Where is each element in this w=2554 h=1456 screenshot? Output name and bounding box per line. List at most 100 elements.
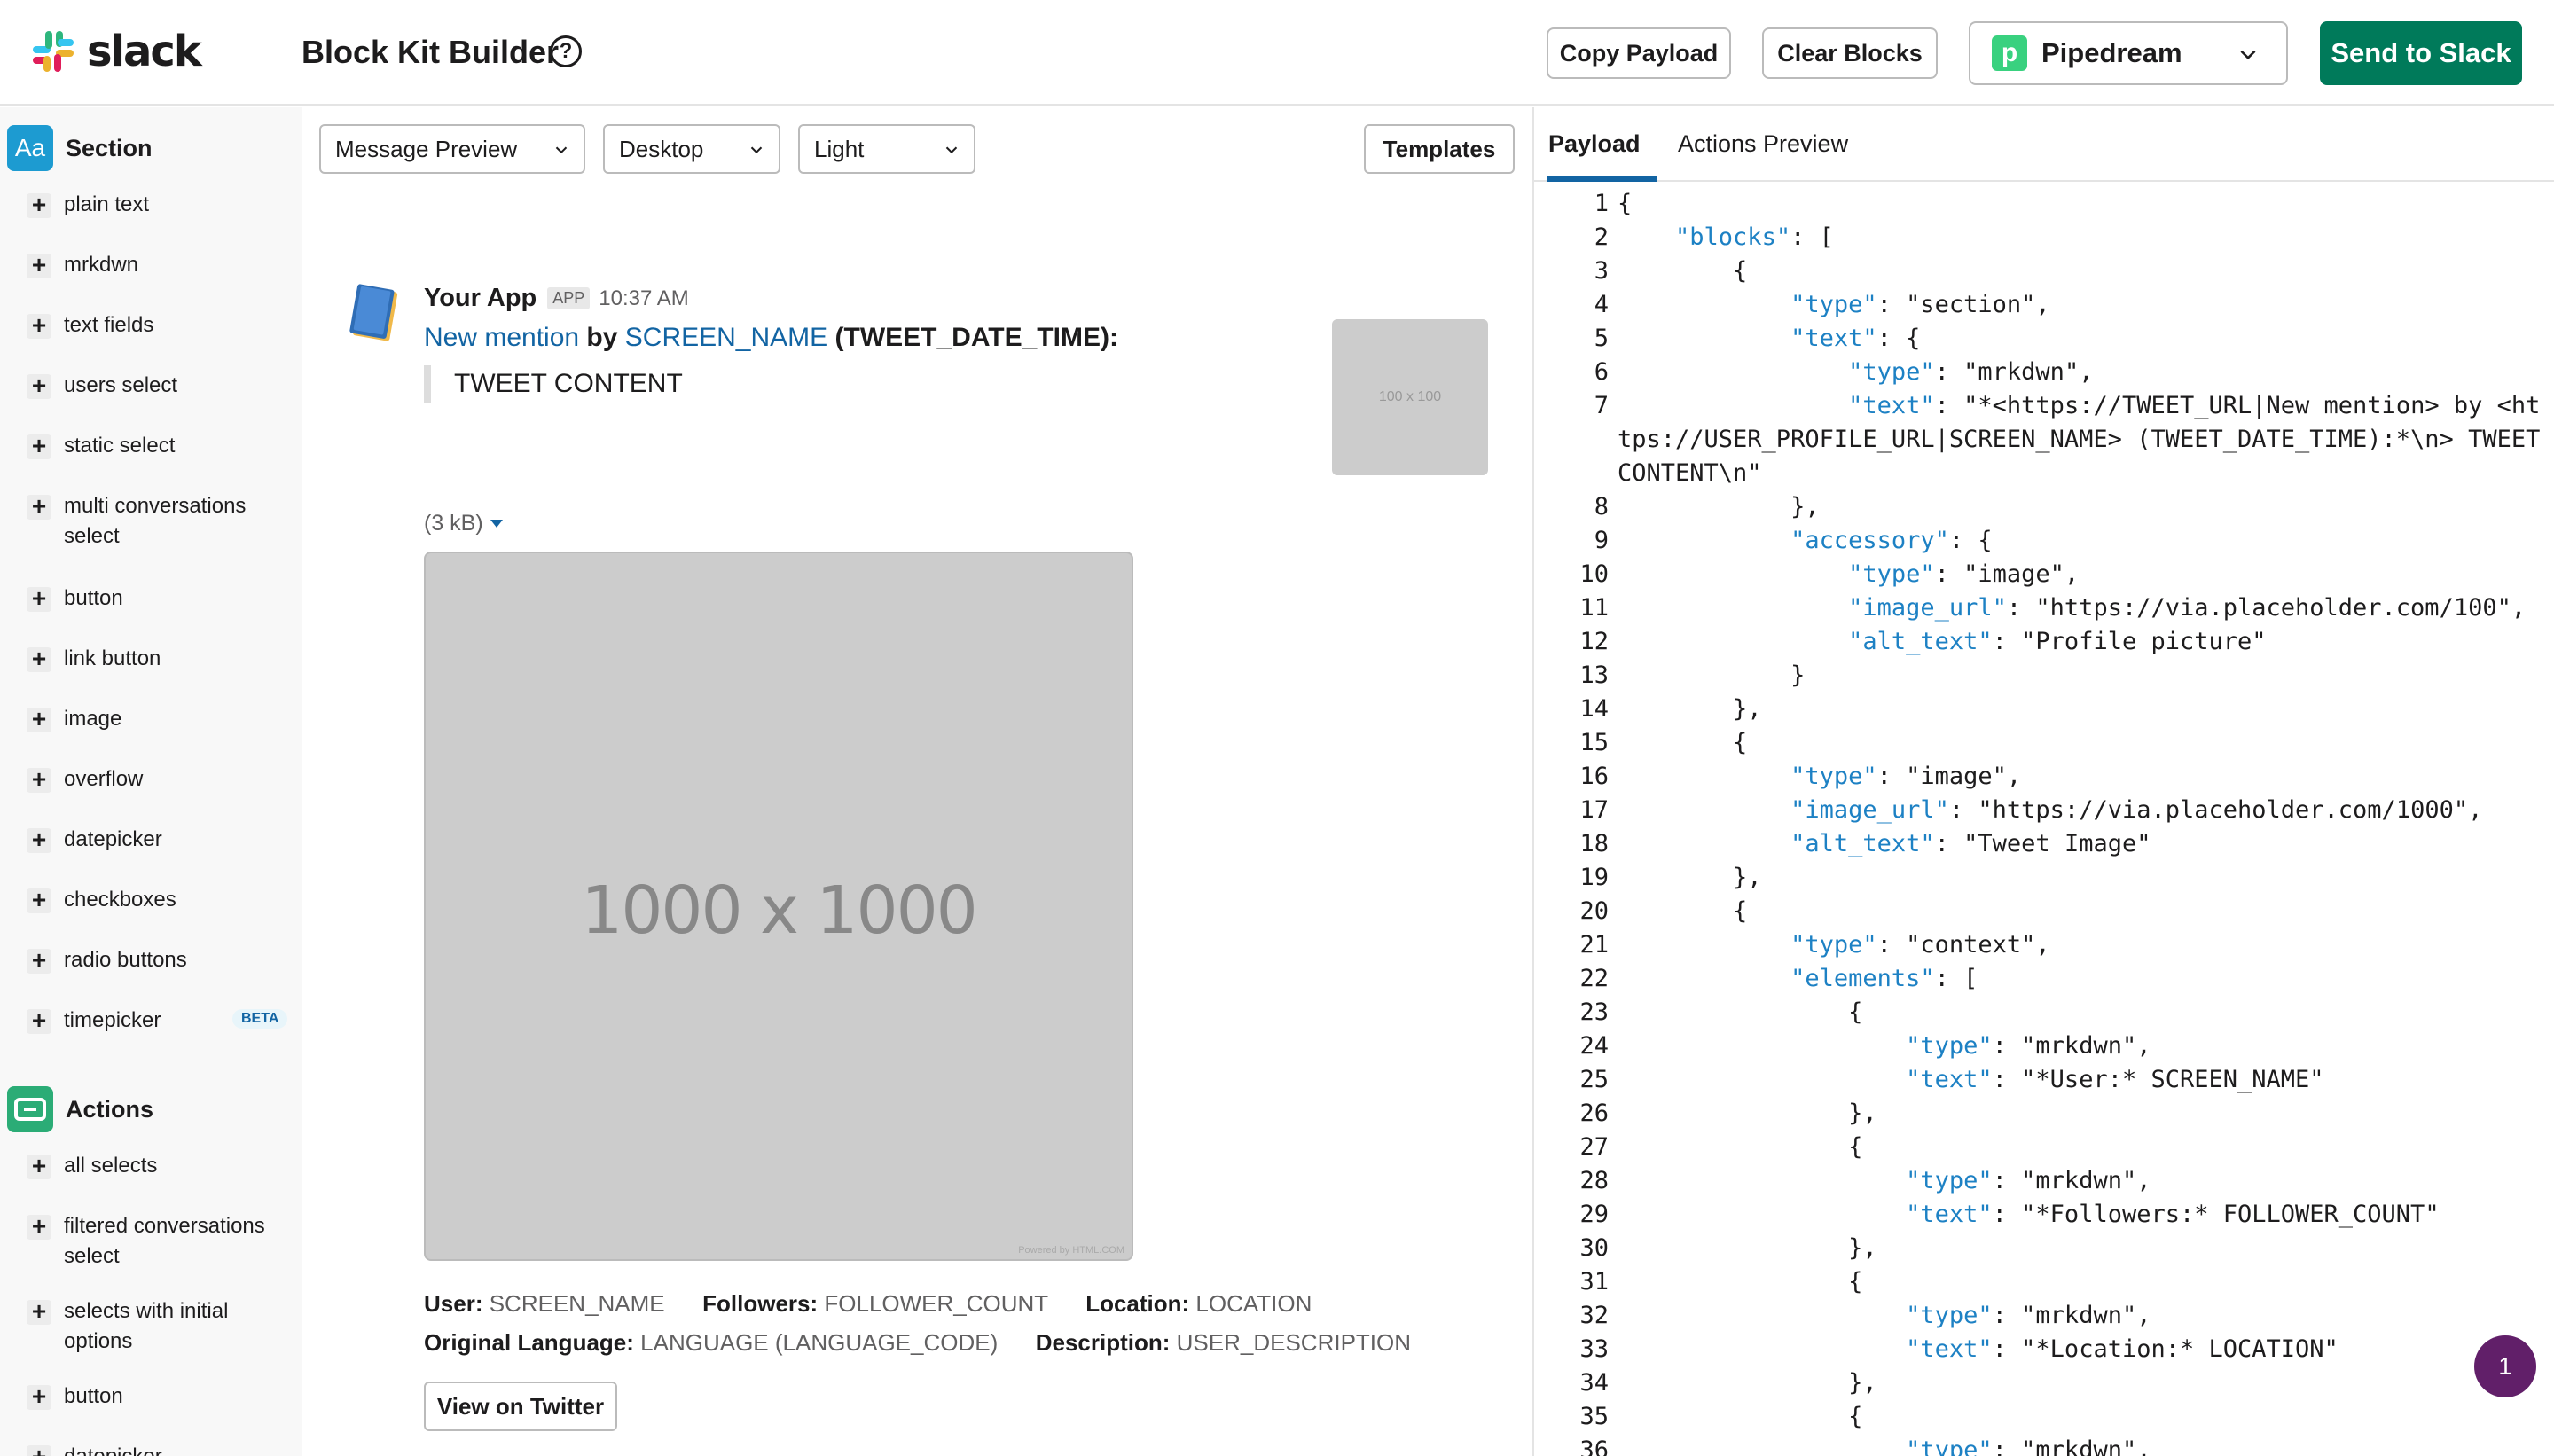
notification-badge[interactable]: 1: [2474, 1335, 2536, 1397]
sidebar-item-label: datepicker: [64, 1442, 162, 1456]
sidebar-item-timepicker[interactable]: + timepicker BETA: [27, 1008, 293, 1036]
code-line: 22 "elements": [: [1534, 962, 2554, 996]
sidebar-item-link-button[interactable]: + link button: [27, 646, 293, 674]
sidebar-item-label: static select: [64, 434, 176, 458]
sidebar-item-all-selects[interactable]: + all selects: [27, 1154, 293, 1181]
line-number: 7: [1594, 392, 1609, 419]
code-text: "text": "*User:* SCREEN_NAME": [1906, 1066, 2324, 1093]
sidebar-item-label: datepicker: [64, 827, 162, 851]
line-number: 25: [1579, 1066, 1609, 1093]
line-number: 2: [1594, 223, 1609, 251]
help-icon[interactable]: ?: [550, 35, 582, 67]
code-line: 27 {: [1534, 1131, 2554, 1164]
sidebar-item-datepicker[interactable]: + datepicker: [27, 827, 293, 855]
chevron-down-icon: [945, 146, 958, 154]
tab-payload[interactable]: Payload: [1548, 130, 1641, 158]
sidebar-item-label: overflow: [64, 767, 144, 791]
chevron-down-icon: [2240, 50, 2256, 60]
tab-actions-preview[interactable]: Actions Preview: [1678, 130, 1848, 158]
sidebar-item-mrkdwn[interactable]: + mrkdwn: [27, 253, 293, 280]
sidebar-item-label: text fields: [64, 313, 154, 337]
sidebar-item-label: all selects: [64, 1154, 158, 1178]
code-line: 14 },: [1534, 693, 2554, 726]
sidebar-item-button[interactable]: + button: [27, 586, 293, 614]
plus-icon: +: [27, 313, 51, 339]
sidebar-item-checkboxes[interactable]: + checkboxes: [27, 888, 293, 915]
theme-select[interactable]: Light: [798, 124, 975, 174]
integration-select[interactable]: p Pipedream: [1969, 21, 2288, 85]
json-code-editor[interactable]: 1{2 "blocks": [3 {4 "type": "section", 5 …: [1534, 187, 2554, 1456]
code-line: 16 "type": "image",: [1534, 760, 2554, 794]
clear-blocks-button[interactable]: Clear Blocks: [1762, 27, 1938, 79]
line-number: 18: [1579, 830, 1609, 857]
app-name[interactable]: Your App: [424, 284, 537, 313]
sidebar-item-label: image: [64, 707, 122, 731]
copy-payload-button[interactable]: Copy Payload: [1547, 27, 1731, 79]
code-text: "image_url": "https://via.placeholder.co…: [1848, 594, 2527, 622]
code-text: "accessory": {: [1790, 527, 1993, 554]
view-mode-select[interactable]: Message Preview: [319, 124, 585, 174]
screen-name-link[interactable]: SCREEN_NAME: [625, 323, 827, 352]
code-line: 30 },: [1534, 1232, 2554, 1265]
plus-icon: +: [27, 767, 51, 793]
line-number: 3: [1594, 257, 1609, 285]
sidebar-item-selects-with-initial-options[interactable]: + selects with initial options: [27, 1299, 293, 1357]
plus-icon: +: [27, 646, 51, 672]
view-on-twitter-button[interactable]: View on Twitter: [424, 1382, 617, 1431]
code-line: 29 "text": "*Followers:* FOLLOWER_COUNT": [1534, 1198, 2554, 1232]
code-line: 15 {: [1534, 726, 2554, 760]
tweet-image[interactable]: 1000 x 1000 Powered by HTML.COM: [424, 552, 1133, 1261]
context-line-1: User: SCREEN_NAME Followers: FOLLOWER_CO…: [424, 1290, 1312, 1318]
mention-link[interactable]: New mention: [424, 323, 579, 352]
line-number: 28: [1579, 1167, 1609, 1194]
line-number: 26: [1579, 1100, 1609, 1127]
line-number: 34: [1579, 1369, 1609, 1397]
sidebar-item-label: filtered conversations select: [64, 1214, 265, 1268]
code-line: 34 },: [1534, 1366, 2554, 1400]
code-text: "text": "*<https://TWEET_URL|New mention…: [1618, 392, 2554, 487]
line-number: 13: [1579, 661, 1609, 689]
code-text: "type": "context",: [1790, 931, 2050, 959]
sidebar-item-multi-conversations-select[interactable]: + multi conversations select: [27, 494, 293, 552]
sidebar-item-overflow[interactable]: + overflow: [27, 767, 293, 795]
code-text: {: [1618, 190, 1633, 217]
sidebar-item-static-select[interactable]: + static select: [27, 434, 293, 461]
chevron-down-icon: [750, 146, 763, 154]
code-line: 5 "text": {: [1534, 322, 2554, 356]
code-text: "type": "mrkdwn",: [1848, 358, 2094, 386]
line-number: 30: [1579, 1234, 1609, 1262]
tweet-date-text: (TWEET_DATE_TIME):: [834, 323, 1118, 352]
sidebar-item-text-fields[interactable]: + text fields: [27, 313, 293, 341]
code-line: 13 }: [1534, 659, 2554, 693]
code-text: }: [1618, 661, 1806, 689]
code-line: 11 "image_url": "https://via.placeholder…: [1534, 591, 2554, 625]
line-number: 5: [1594, 325, 1609, 352]
sidebar-item-label: timepicker: [64, 1008, 161, 1032]
sidebar-item-action-button[interactable]: + button: [27, 1384, 293, 1412]
line-number: 33: [1579, 1335, 1609, 1363]
plus-icon: +: [27, 888, 51, 913]
code-text: },: [1618, 1234, 1877, 1262]
pipedream-icon: p: [1992, 35, 2027, 71]
slack-logo[interactable]: slack: [30, 27, 202, 76]
send-to-slack-button[interactable]: Send to Slack: [2320, 21, 2522, 85]
templates-button[interactable]: Templates: [1364, 124, 1515, 174]
sidebar-item-users-select[interactable]: + users select: [27, 373, 293, 401]
message-timestamp[interactable]: 10:37 AM: [599, 286, 688, 311]
code-line: 3 {: [1534, 254, 2554, 288]
sidebar-item-plain-text[interactable]: + plain text: [27, 192, 293, 220]
sidebar-item-label: selects with initial options: [64, 1299, 229, 1353]
device-select[interactable]: Desktop: [603, 124, 780, 174]
image-size-toggle[interactable]: (3 kB): [424, 511, 503, 536]
code-text: "text": "*Location:* LOCATION": [1906, 1335, 2339, 1363]
code-text: "type": "mrkdwn",: [1906, 1436, 2151, 1456]
line-number: 6: [1594, 358, 1609, 386]
plus-icon: +: [27, 1444, 51, 1456]
by-text: by: [586, 323, 618, 352]
sidebar-item-action-datepicker[interactable]: + datepicker: [27, 1442, 293, 1456]
profile-thumbnail[interactable]: 100 x 100: [1332, 319, 1488, 475]
sidebar-item-filtered-conversations-select[interactable]: + filtered conversations select: [27, 1214, 293, 1272]
sidebar-item-image[interactable]: + image: [27, 707, 293, 734]
context-value: LANGUAGE (LANGUAGE_CODE): [640, 1329, 999, 1356]
sidebar-item-radio-buttons[interactable]: + radio buttons: [27, 948, 293, 975]
